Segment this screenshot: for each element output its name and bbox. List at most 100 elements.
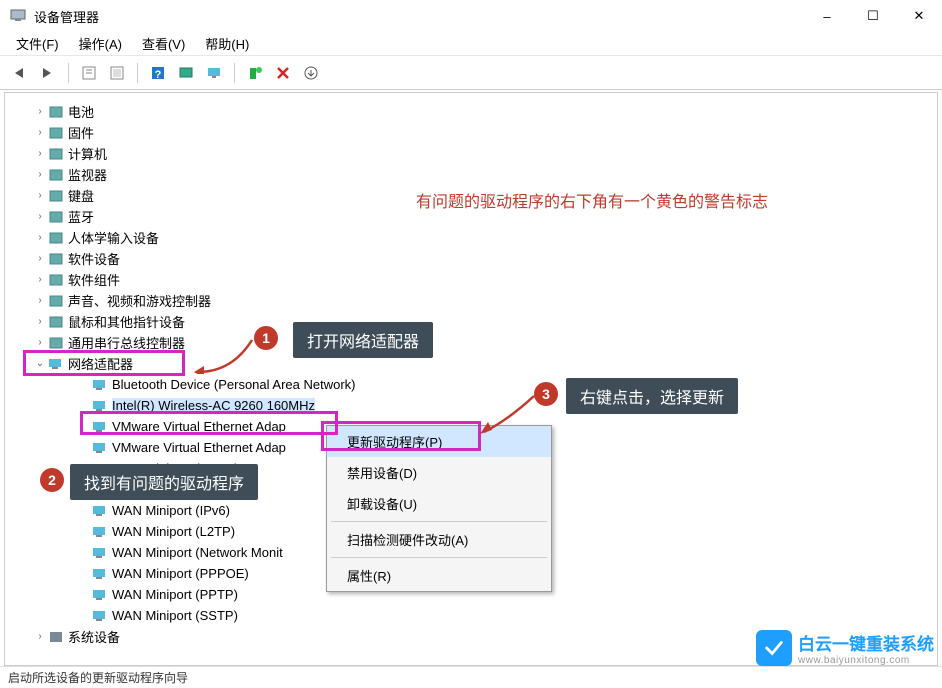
tree-label: WAN Miniport (SSTP) xyxy=(112,608,238,623)
watermark-logo-icon xyxy=(756,630,792,666)
forward-arrow-icon[interactable] xyxy=(36,61,60,85)
keyboard-icon xyxy=(47,188,65,204)
chevron-right-icon[interactable]: › xyxy=(33,274,47,285)
software-device-icon xyxy=(47,251,65,267)
chevron-right-icon[interactable]: › xyxy=(33,232,47,243)
tree-label: 电池 xyxy=(68,102,94,121)
tree-label: 鼠标和其他指针设备 xyxy=(68,312,185,331)
tree-label: 系统设备 xyxy=(68,627,120,646)
tree-label: WAN Miniport (L2TP) xyxy=(112,524,235,539)
tree-label: 固件 xyxy=(68,123,94,142)
computer-icon xyxy=(47,146,65,162)
show-tree-icon[interactable] xyxy=(77,61,101,85)
chevron-right-icon[interactable]: › xyxy=(33,190,47,201)
title-bar: 设备管理器 – ☐ ✕ xyxy=(0,0,942,32)
close-button[interactable]: ✕ xyxy=(896,0,942,32)
monitor-icon[interactable] xyxy=(202,61,226,85)
menu-view[interactable]: 查看(V) xyxy=(136,32,191,55)
ctx-scan-hardware[interactable]: 扫描检测硬件改动(A) xyxy=(327,524,551,555)
tree-item[interactable]: › 声音、视频和游戏控制器 xyxy=(33,290,937,311)
app-icon xyxy=(10,8,26,24)
network-adapter-icon xyxy=(91,566,109,582)
menu-file[interactable]: 文件(F) xyxy=(10,32,65,55)
tree-item[interactable]: › 电池 xyxy=(33,101,937,122)
network-adapter-icon xyxy=(91,419,109,435)
properties-icon[interactable] xyxy=(105,61,129,85)
context-menu: 更新驱动程序(P) 禁用设备(D) 卸载设备(U) 扫描检测硬件改动(A) 属性… xyxy=(326,425,552,592)
watermark-url: www.baiyunxitong.com xyxy=(798,655,934,666)
chevron-down-icon[interactable]: ⌄ xyxy=(33,358,47,369)
chevron-right-icon[interactable]: › xyxy=(33,148,47,159)
menu-action[interactable]: 操作(A) xyxy=(73,32,128,55)
annotation-box-1: 打开网络适配器 xyxy=(293,322,433,358)
chevron-right-icon[interactable]: › xyxy=(33,295,47,306)
usb-icon xyxy=(47,335,65,351)
add-device-icon[interactable] xyxy=(243,61,267,85)
tree-item[interactable]: › 鼠标和其他指针设备 xyxy=(33,311,937,332)
annotation-box-3: 右键点击，选择更新 xyxy=(566,378,738,414)
tree-label: WAN Miniport (PPPOE) xyxy=(112,566,249,581)
bluetooth-icon xyxy=(47,209,65,225)
svg-text:?: ? xyxy=(155,69,162,81)
chevron-right-icon[interactable]: › xyxy=(33,127,47,138)
ctx-separator xyxy=(331,521,547,522)
scan-hardware-icon[interactable] xyxy=(174,61,198,85)
tree-item[interactable]: › 软件组件 xyxy=(33,269,937,290)
annotation-number-2: 2 xyxy=(40,468,64,492)
back-arrow-icon[interactable] xyxy=(8,61,32,85)
chevron-right-icon[interactable]: › xyxy=(33,631,47,642)
chevron-right-icon[interactable]: › xyxy=(33,169,47,180)
annotation-box-2: 找到有问题的驱动程序 xyxy=(70,464,258,500)
software-component-icon xyxy=(47,272,65,288)
remove-icon[interactable] xyxy=(271,61,295,85)
ctx-properties[interactable]: 属性(R) xyxy=(327,560,551,591)
tree-label: 软件设备 xyxy=(68,249,120,268)
chevron-right-icon[interactable]: › xyxy=(33,316,47,327)
network-icon xyxy=(47,356,65,372)
tree-item[interactable]: › 监视器 xyxy=(33,164,937,185)
ctx-uninstall-device[interactable]: 卸载设备(U) xyxy=(327,488,551,519)
network-adapter-icon xyxy=(91,503,109,519)
tree-item-network-adapters[interactable]: ⌄ 网络适配器 xyxy=(33,353,937,374)
menu-help[interactable]: 帮助(H) xyxy=(199,32,255,55)
help-icon[interactable]: ? xyxy=(146,61,170,85)
chevron-right-icon[interactable]: › xyxy=(33,337,47,348)
network-adapter-icon xyxy=(91,398,109,414)
tree-item[interactable]: › 固件 xyxy=(33,122,937,143)
tree-label: Intel(R) Wireless-AC 9260 160MHz xyxy=(112,398,315,413)
tree-label: WAN Miniport (IPv6) xyxy=(112,503,230,518)
tree-item-adapter[interactable]: WAN Miniport (SSTP) xyxy=(33,605,937,626)
network-adapter-icon xyxy=(91,608,109,624)
tree-label: 蓝牙 xyxy=(68,207,94,226)
mouse-icon xyxy=(47,314,65,330)
down-icon[interactable] xyxy=(299,61,323,85)
ctx-disable-device[interactable]: 禁用设备(D) xyxy=(327,457,551,488)
minimize-button[interactable]: – xyxy=(804,0,850,32)
tree-label: WAN Miniport (PPTP) xyxy=(112,587,238,602)
annotation-arrow-1 xyxy=(192,332,254,374)
chevron-right-icon[interactable]: › xyxy=(33,253,47,264)
tree-label: 软件组件 xyxy=(68,270,120,289)
annotation-arrow-3 xyxy=(478,392,536,436)
tree-item[interactable]: › 计算机 xyxy=(33,143,937,164)
watermark-title: 白云一键重装系统 xyxy=(798,630,934,655)
chevron-right-icon[interactable]: › xyxy=(33,106,47,117)
sound-icon xyxy=(47,293,65,309)
tree-item[interactable]: › 通用串行总线控制器 xyxy=(33,332,937,353)
tree-label: 声音、视频和游戏控制器 xyxy=(68,291,211,310)
tree-label: 监视器 xyxy=(68,165,107,184)
tree-label: 键盘 xyxy=(68,186,94,205)
network-adapter-icon xyxy=(91,524,109,540)
tree-label: 通用串行总线控制器 xyxy=(68,333,185,352)
tree-label: Bluetooth Device (Personal Area Network) xyxy=(112,377,356,392)
maximize-button[interactable]: ☐ xyxy=(850,0,896,32)
tree-item[interactable]: › 软件设备 xyxy=(33,248,937,269)
firmware-icon xyxy=(47,125,65,141)
tree-label: WAN Miniport (Network Monit xyxy=(112,545,283,560)
tree-label: 网络适配器 xyxy=(68,354,133,373)
tree-item[interactable]: ›人体学输入设备 xyxy=(33,227,937,248)
annotation-number-3: 3 xyxy=(534,382,558,406)
tree-label: 计算机 xyxy=(68,144,107,163)
monitor-icon xyxy=(47,167,65,183)
chevron-right-icon[interactable]: › xyxy=(33,211,47,222)
